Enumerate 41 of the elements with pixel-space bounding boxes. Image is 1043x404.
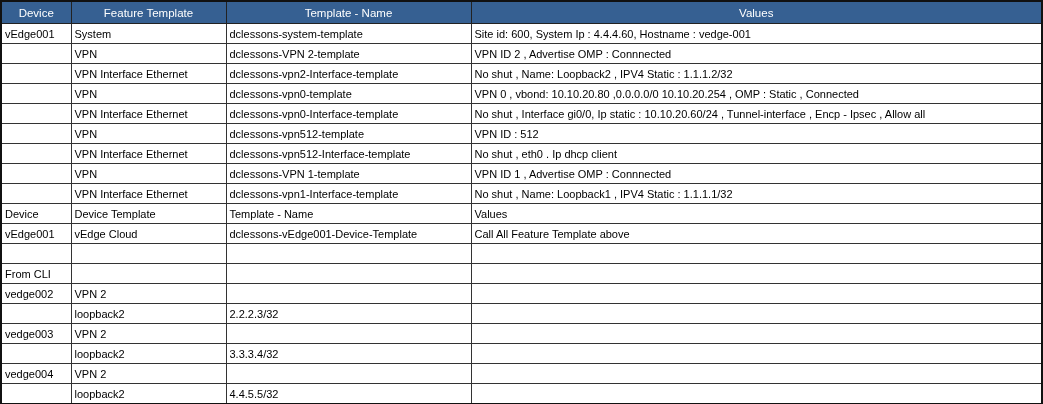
column-header: Feature Template [71, 1, 226, 24]
table-cell: VPN 2 [71, 283, 226, 304]
table-cell: VPN [71, 43, 226, 64]
table-cell: vEdge Cloud [71, 223, 226, 244]
table-cell: vedge002 [1, 283, 71, 304]
table-cell: dclessons-vpn0-template [226, 83, 471, 104]
table-cell: dclessons-vpn0-Interface-template [226, 103, 471, 124]
table-cell: VPN Interface Ethernet [71, 183, 226, 204]
table-cell: VPN Interface Ethernet [71, 103, 226, 124]
table-cell: 2.2.2.3/32 [226, 303, 471, 324]
table-cell: VPN [71, 163, 226, 184]
table-cell: dclessons-VPN 1-template [226, 163, 471, 184]
table-cell: VPN 2 [71, 363, 226, 384]
table-cell: Device Template [71, 203, 226, 224]
table-cell: dclessons-vpn2-Interface-template [226, 63, 471, 84]
table-cell: VPN Interface Ethernet [71, 143, 226, 164]
column-header: Template - Name [226, 1, 471, 24]
table-cell: 4.4.5.5/32 [226, 383, 471, 404]
table-cell: vEdge001 [1, 223, 71, 244]
table-cell: VPN Interface Ethernet [71, 63, 226, 84]
table-cell: dclessons-VPN 2-template [226, 43, 471, 64]
table-cell: dclessons-vEdge001-Device-Template [226, 223, 471, 244]
table-cell: System [71, 23, 226, 44]
table-cell: dclessons-vpn512-Interface-template [226, 143, 471, 164]
table-cell: dclessons-vpn512-template [226, 123, 471, 144]
table-cell: vedge003 [1, 323, 71, 344]
table-cell: vEdge001 [1, 23, 71, 44]
table-cell: Device [1, 203, 71, 224]
table-cell: dclessons-system-template [226, 23, 471, 44]
table-cell: loopback2 [71, 303, 226, 324]
column-header: Device [1, 1, 71, 24]
table-cell: Template - Name [226, 203, 471, 224]
table-cell: dclessons-vpn1-Interface-template [226, 183, 471, 204]
table-cell: VPN [71, 123, 226, 144]
table-cell: 3.3.3.4/32 [226, 343, 471, 364]
table-cell: From CLI [1, 263, 71, 284]
table-cell: VPN [71, 83, 226, 104]
table-cell: loopback2 [71, 343, 226, 364]
column-header: Values [471, 1, 1042, 24]
table-cell: VPN 2 [71, 323, 226, 344]
table-cell: vedge004 [1, 363, 71, 384]
